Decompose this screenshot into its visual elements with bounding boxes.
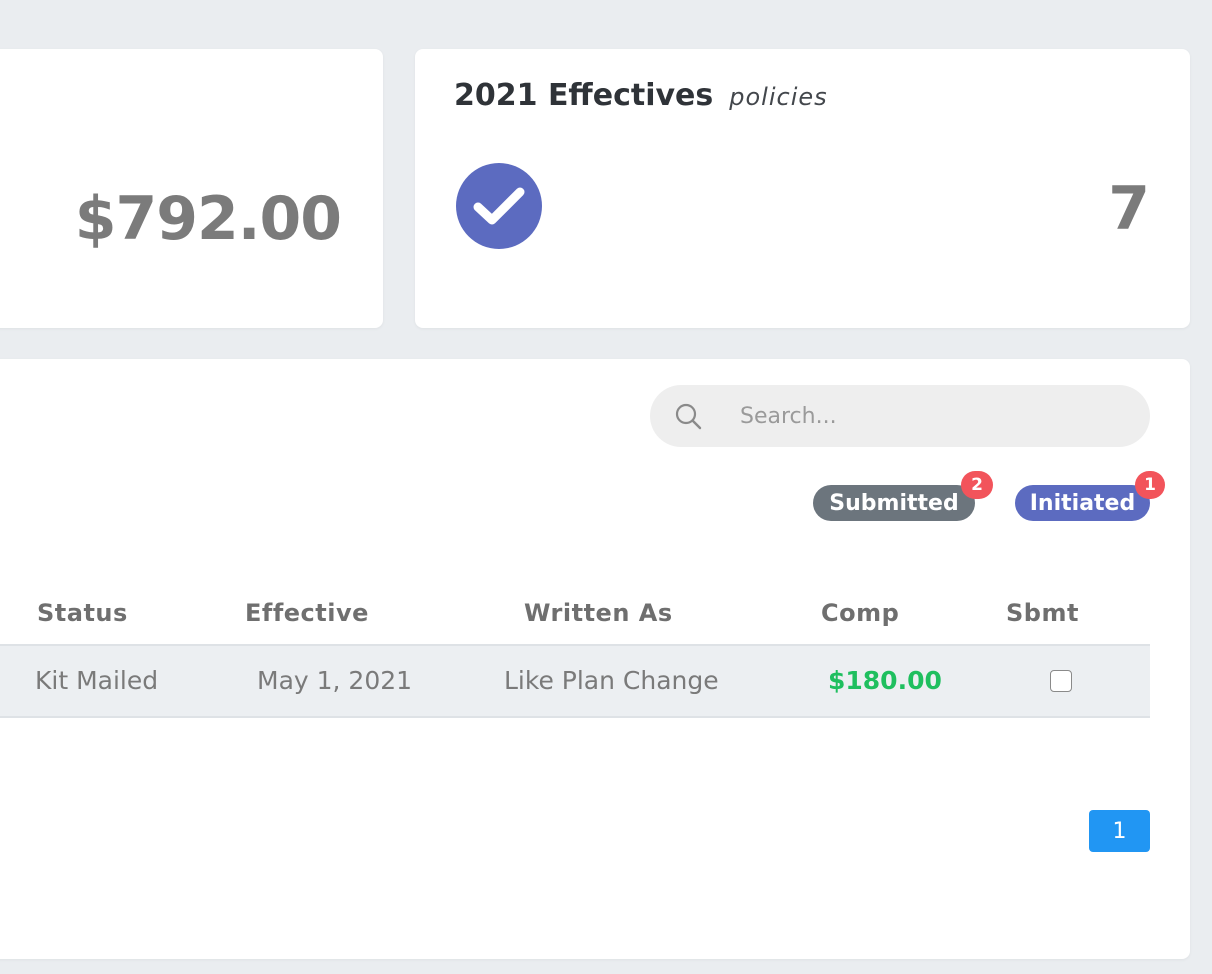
cell-written-as: Like Plan Change xyxy=(504,666,719,695)
column-header-effective[interactable]: Effective xyxy=(245,599,369,627)
column-header-status[interactable]: Status xyxy=(37,599,128,627)
search-box xyxy=(650,385,1150,447)
sbmt-checkbox[interactable] xyxy=(1050,670,1072,692)
cell-effective: May 1, 2021 xyxy=(257,666,413,695)
effectives-subtitle: policies xyxy=(729,83,828,111)
cell-comp: $180.00 xyxy=(828,666,942,695)
table-header-row: Status Effective Written As Comp Sbmt xyxy=(0,589,1150,646)
search-icon xyxy=(675,403,702,430)
submitted-count-badge: 2 xyxy=(961,471,993,499)
filter-submitted-label: Submitted xyxy=(829,490,959,516)
column-header-sbmt[interactable]: Sbmt xyxy=(1006,599,1079,627)
column-header-written-as[interactable]: Written As xyxy=(524,599,673,627)
column-header-comp[interactable]: Comp xyxy=(821,599,899,627)
premium-stat-card: $792.00 xyxy=(0,49,383,328)
effectives-stat-card: 2021 Effectives policies 7 xyxy=(415,49,1190,328)
check-circle-icon xyxy=(456,163,542,249)
search-input[interactable] xyxy=(740,385,1130,447)
premium-total-value: $792.00 xyxy=(74,184,342,254)
policies-table-card: Submitted 2 Initiated 1 Status Effective… xyxy=(0,359,1190,959)
table-row[interactable]: Kit Mailed May 1, 2021 Like Plan Change … xyxy=(0,646,1150,718)
filter-initiated-label: Initiated xyxy=(1029,490,1136,516)
initiated-count-badge: 1 xyxy=(1135,471,1165,499)
effectives-title: 2021 Effectives xyxy=(454,78,714,113)
cell-status: Kit Mailed xyxy=(35,666,159,695)
pagination-page-button[interactable]: 1 xyxy=(1089,810,1150,852)
filter-submitted-button[interactable]: Submitted 2 xyxy=(813,471,993,521)
effectives-count: 7 xyxy=(1108,174,1150,244)
effectives-card-title: 2021 Effectives policies xyxy=(454,78,828,113)
filter-initiated-button[interactable]: Initiated 1 xyxy=(1015,471,1165,521)
policies-table: Status Effective Written As Comp Sbmt Ki… xyxy=(0,589,1150,718)
